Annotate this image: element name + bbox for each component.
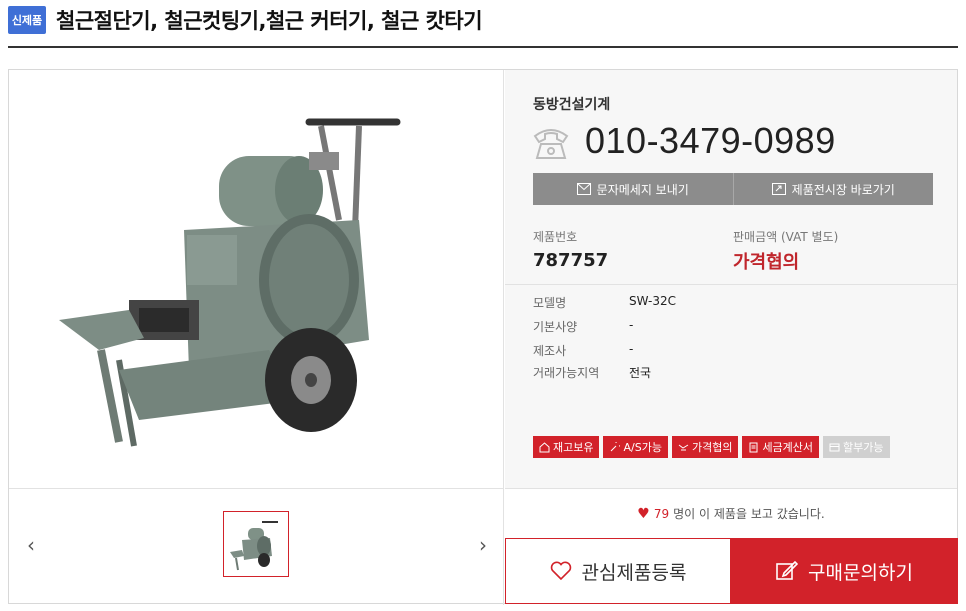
heart-icon: ♥	[637, 505, 650, 522]
edit-icon	[776, 561, 799, 580]
divider	[505, 284, 957, 285]
receipt-icon	[749, 442, 758, 452]
tag-as: A/S가능	[603, 436, 668, 458]
tag-label: 가격협의	[691, 441, 733, 454]
tag-price-negotiable: 가격협의	[671, 436, 739, 458]
view-count-text: 명이 이 제품을 보고 갔습니다.	[673, 507, 825, 521]
spec-value: -	[629, 342, 634, 356]
page-title: 철근절단기, 철근컷팅기,철근 커터기, 철근 캇타기	[56, 9, 483, 33]
price-label: 판매금액 (VAT 별도)	[733, 230, 839, 244]
thumbnail-strip: ‹ ›	[9, 488, 504, 605]
tag-label: 세금계산서	[762, 441, 814, 454]
spec-key: 기본사양	[533, 320, 578, 334]
envelope-icon	[576, 183, 591, 195]
send-message-button[interactable]: 문자메세지 보내기	[533, 173, 734, 205]
send-message-label: 문자메세지 보내기	[596, 182, 689, 197]
product-number: 787757	[533, 250, 609, 271]
product-number-label: 제품번호	[533, 230, 578, 244]
tag-label: 재고보유	[553, 441, 594, 454]
spec-value: 전국	[629, 366, 652, 380]
spec-value: -	[629, 318, 634, 332]
new-product-badge: 신제품	[8, 6, 46, 34]
phone-number[interactable]: 010-3479-0989	[585, 120, 836, 162]
spec-value: SW-32C	[629, 294, 676, 308]
view-count: ♥ 79 명이 이 제품을 보고 갔습니다.	[505, 488, 957, 538]
spec-key: 제조사	[533, 344, 567, 358]
product-panel: 동방건설기계 010-3479-0989 문자메세지 보내기 제품전시장 바로가…	[8, 69, 958, 605]
contact-buttons: 문자메세지 보내기 제품전시장 바로가기	[533, 173, 933, 205]
thumbnail-item[interactable]	[223, 511, 289, 577]
company-name: 동방건설기계	[533, 97, 611, 113]
title-bar: 신제품 철근절단기, 철근컷팅기,철근 커터기, 철근 캇타기	[8, 0, 958, 48]
showroom-label: 제품전시장 바로가기	[791, 182, 895, 197]
card-icon	[829, 443, 840, 451]
showroom-button[interactable]: 제품전시장 바로가기	[733, 173, 933, 205]
tag-in-stock: 재고보유	[533, 436, 600, 458]
purchase-inquiry-label: 구매문의하기	[808, 561, 913, 584]
product-info: 동방건설기계 010-3479-0989 문자메세지 보내기 제품전시장 바로가…	[505, 70, 957, 488]
purchase-inquiry-button[interactable]: 구매문의하기	[731, 538, 958, 604]
product-image[interactable]	[9, 70, 504, 488]
warehouse-icon	[539, 441, 550, 452]
price-value: 가격협의	[733, 252, 800, 273]
add-favorite-button[interactable]: 관심제품등록	[505, 538, 731, 604]
rebar-cutter-image	[59, 118, 401, 447]
prev-thumbnail-button[interactable]: ‹	[21, 533, 41, 557]
handshake-icon	[678, 444, 689, 450]
tag-tax-invoice: 세금계산서	[742, 436, 820, 458]
spec-key: 거래가능지역	[533, 366, 600, 380]
feature-tags: 재고보유 A/S가능 가격협의 세금계산서 할부가능	[533, 436, 890, 458]
add-favorite-label: 관심제품등록	[581, 561, 687, 584]
tag-installment: 할부가능	[823, 436, 890, 458]
tag-label: A/S가능	[623, 441, 662, 454]
external-link-icon	[771, 183, 786, 195]
view-count-number: 79	[653, 506, 670, 521]
heart-outline-icon	[550, 561, 571, 581]
thumbnail-image	[230, 521, 278, 571]
tag-label: 할부가능	[843, 441, 884, 454]
spec-key: 모델명	[533, 296, 567, 310]
next-thumbnail-button[interactable]: ›	[473, 533, 493, 557]
phone-icon	[533, 129, 569, 159]
wrench-icon	[611, 441, 621, 451]
